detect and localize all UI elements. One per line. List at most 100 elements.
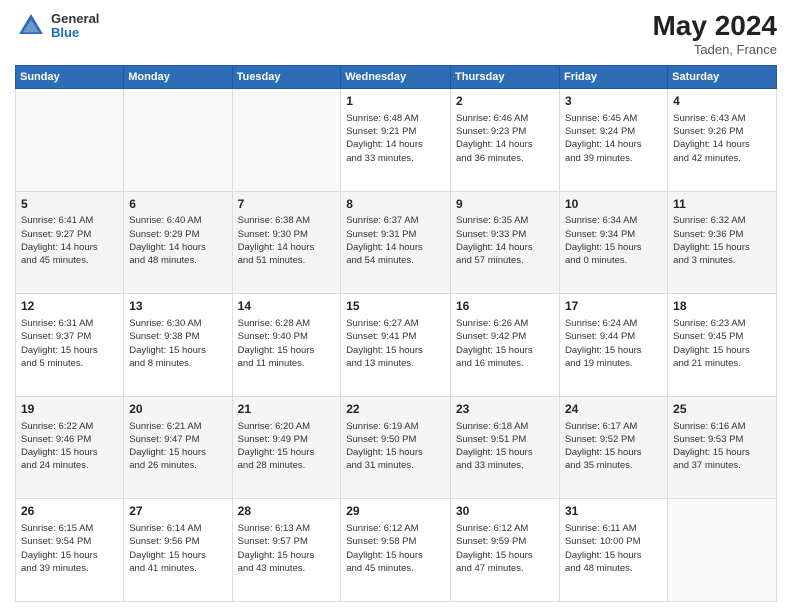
day-number: 12	[21, 298, 118, 315]
day-info: Sunrise: 6:24 AM Sunset: 9:44 PM Dayligh…	[565, 317, 662, 370]
calendar-cell: 5Sunrise: 6:41 AM Sunset: 9:27 PM Daylig…	[16, 191, 124, 294]
col-thursday: Thursday	[451, 66, 560, 89]
day-info: Sunrise: 6:22 AM Sunset: 9:46 PM Dayligh…	[21, 420, 118, 473]
logo-blue: Blue	[51, 26, 99, 40]
day-info: Sunrise: 6:12 AM Sunset: 9:59 PM Dayligh…	[456, 522, 554, 575]
day-number: 15	[346, 298, 445, 315]
calendar-cell: 1 Sunrise: 6:48 AM Sunset: 9:21 PM Daylig…	[341, 89, 451, 192]
col-sunday: Sunday	[16, 66, 124, 89]
day-number: 24	[565, 401, 662, 418]
day-number: 21	[238, 401, 336, 418]
day-number: 3	[565, 93, 662, 110]
logo-general: General	[51, 12, 99, 26]
calendar-cell: 16Sunrise: 6:26 AM Sunset: 9:42 PM Dayli…	[451, 294, 560, 397]
day-number: 19	[21, 401, 118, 418]
day-number: 14	[238, 298, 336, 315]
day-info: Sunrise: 6:21 AM Sunset: 9:47 PM Dayligh…	[129, 420, 226, 473]
calendar-cell: 20 Sunrise: 6:21 AM Sunset: 9:47 PM Dayli…	[124, 396, 232, 499]
day-info: Sunrise: 6:40 AM Sunset: 9:29 PM Dayligh…	[129, 214, 226, 267]
page: General Blue May 2024 Taden, France Sund…	[0, 0, 792, 612]
calendar-cell	[668, 499, 777, 602]
day-number: 2	[456, 93, 554, 110]
day-info: Sunrise: 6:19 AM Sunset: 9:50 PM Dayligh…	[346, 420, 445, 473]
day-info: Sunrise: 6:13 AM Sunset: 9:57 PM Dayligh…	[238, 522, 336, 575]
calendar-table: Sunday Monday Tuesday Wednesday Thursday…	[15, 65, 777, 602]
day-info: Sunrise: 6:14 AM Sunset: 9:56 PM Dayligh…	[129, 522, 226, 575]
calendar-cell: 29 Sunrise: 6:12 AM Sunset: 9:58 PM Dayli…	[341, 499, 451, 602]
calendar-week-row: 12 Sunrise: 6:31 AM Sunset: 9:37 PM Dayli…	[16, 294, 777, 397]
location-title: Taden, France	[652, 42, 777, 57]
calendar-cell: 8Sunrise: 6:37 AM Sunset: 9:31 PM Daylig…	[341, 191, 451, 294]
title-block: May 2024 Taden, France	[652, 10, 777, 57]
calendar-cell: 11Sunrise: 6:32 AM Sunset: 9:36 PM Dayli…	[668, 191, 777, 294]
col-friday: Friday	[559, 66, 667, 89]
day-number: 30	[456, 503, 554, 520]
day-info: Sunrise: 6:31 AM Sunset: 9:37 PM Dayligh…	[21, 317, 118, 370]
day-number: 20	[129, 401, 226, 418]
calendar-cell: 31 Sunrise: 6:11 AM Sunset: 10:00 PM Dayl…	[559, 499, 667, 602]
day-number: 11	[673, 196, 771, 213]
calendar-cell: 17 Sunrise: 6:24 AM Sunset: 9:44 PM Dayli…	[559, 294, 667, 397]
day-number: 9	[456, 196, 554, 213]
day-number: 29	[346, 503, 445, 520]
calendar-cell: 24 Sunrise: 6:17 AM Sunset: 9:52 PM Dayli…	[559, 396, 667, 499]
day-number: 4	[673, 93, 771, 110]
calendar-cell	[232, 89, 341, 192]
day-info: Sunrise: 6:26 AM Sunset: 9:42 PM Dayligh…	[456, 317, 554, 370]
day-number: 10	[565, 196, 662, 213]
day-info: Sunrise: 6:34 AM Sunset: 9:34 PM Dayligh…	[565, 214, 662, 267]
calendar-cell: 14 Sunrise: 6:28 AM Sunset: 9:40 PM Dayli…	[232, 294, 341, 397]
day-info: Sunrise: 6:12 AM Sunset: 9:58 PM Dayligh…	[346, 522, 445, 575]
calendar-cell: 12 Sunrise: 6:31 AM Sunset: 9:37 PM Dayli…	[16, 294, 124, 397]
calendar-week-row: 5Sunrise: 6:41 AM Sunset: 9:27 PM Daylig…	[16, 191, 777, 294]
calendar-cell: 4 Sunrise: 6:43 AM Sunset: 9:26 PM Daylig…	[668, 89, 777, 192]
col-wednesday: Wednesday	[341, 66, 451, 89]
calendar-cell: 18 Sunrise: 6:23 AM Sunset: 9:45 PM Dayli…	[668, 294, 777, 397]
day-number: 8	[346, 196, 445, 213]
day-info: Sunrise: 6:43 AM Sunset: 9:26 PM Dayligh…	[673, 112, 771, 165]
calendar-week-row: 26 Sunrise: 6:15 AM Sunset: 9:54 PM Dayli…	[16, 499, 777, 602]
day-info: Sunrise: 6:28 AM Sunset: 9:40 PM Dayligh…	[238, 317, 336, 370]
header: General Blue May 2024 Taden, France	[15, 10, 777, 57]
day-number: 28	[238, 503, 336, 520]
day-info: Sunrise: 6:17 AM Sunset: 9:52 PM Dayligh…	[565, 420, 662, 473]
day-info: Sunrise: 6:18 AM Sunset: 9:51 PM Dayligh…	[456, 420, 554, 473]
day-info: Sunrise: 6:37 AM Sunset: 9:31 PM Dayligh…	[346, 214, 445, 267]
day-number: 13	[129, 298, 226, 315]
day-number: 25	[673, 401, 771, 418]
calendar-cell: 3 Sunrise: 6:45 AM Sunset: 9:24 PM Daylig…	[559, 89, 667, 192]
day-number: 5	[21, 196, 118, 213]
day-info: Sunrise: 6:11 AM Sunset: 10:00 PM Daylig…	[565, 522, 662, 575]
day-info: Sunrise: 6:27 AM Sunset: 9:41 PM Dayligh…	[346, 317, 445, 370]
day-info: Sunrise: 6:41 AM Sunset: 9:27 PM Dayligh…	[21, 214, 118, 267]
day-number: 17	[565, 298, 662, 315]
day-number: 1	[346, 93, 445, 110]
calendar-cell	[124, 89, 232, 192]
calendar-cell: 22 Sunrise: 6:19 AM Sunset: 9:50 PM Dayli…	[341, 396, 451, 499]
calendar-cell: 25Sunrise: 6:16 AM Sunset: 9:53 PM Dayli…	[668, 396, 777, 499]
day-info: Sunrise: 6:48 AM Sunset: 9:21 PM Dayligh…	[346, 112, 445, 165]
calendar-cell: 27 Sunrise: 6:14 AM Sunset: 9:56 PM Dayli…	[124, 499, 232, 602]
calendar-header: Sunday Monday Tuesday Wednesday Thursday…	[16, 66, 777, 89]
day-number: 27	[129, 503, 226, 520]
calendar-cell: 13Sunrise: 6:30 AM Sunset: 9:38 PM Dayli…	[124, 294, 232, 397]
day-info: Sunrise: 6:15 AM Sunset: 9:54 PM Dayligh…	[21, 522, 118, 575]
day-info: Sunrise: 6:23 AM Sunset: 9:45 PM Dayligh…	[673, 317, 771, 370]
calendar-cell: 30 Sunrise: 6:12 AM Sunset: 9:59 PM Dayli…	[451, 499, 560, 602]
day-number: 18	[673, 298, 771, 315]
calendar-cell	[16, 89, 124, 192]
day-info: Sunrise: 6:45 AM Sunset: 9:24 PM Dayligh…	[565, 112, 662, 165]
day-number: 22	[346, 401, 445, 418]
calendar-header-row: Sunday Monday Tuesday Wednesday Thursday…	[16, 66, 777, 89]
calendar-week-row: 1 Sunrise: 6:48 AM Sunset: 9:21 PM Daylig…	[16, 89, 777, 192]
calendar-body: 1 Sunrise: 6:48 AM Sunset: 9:21 PM Daylig…	[16, 89, 777, 602]
day-info: Sunrise: 6:38 AM Sunset: 9:30 PM Dayligh…	[238, 214, 336, 267]
col-tuesday: Tuesday	[232, 66, 341, 89]
calendar-week-row: 19 Sunrise: 6:22 AM Sunset: 9:46 PM Dayli…	[16, 396, 777, 499]
col-monday: Monday	[124, 66, 232, 89]
day-number: 31	[565, 503, 662, 520]
calendar-cell: 19 Sunrise: 6:22 AM Sunset: 9:46 PM Dayli…	[16, 396, 124, 499]
logo-text: General Blue	[51, 12, 99, 41]
day-number: 26	[21, 503, 118, 520]
calendar-cell: 7Sunrise: 6:38 AM Sunset: 9:30 PM Daylig…	[232, 191, 341, 294]
